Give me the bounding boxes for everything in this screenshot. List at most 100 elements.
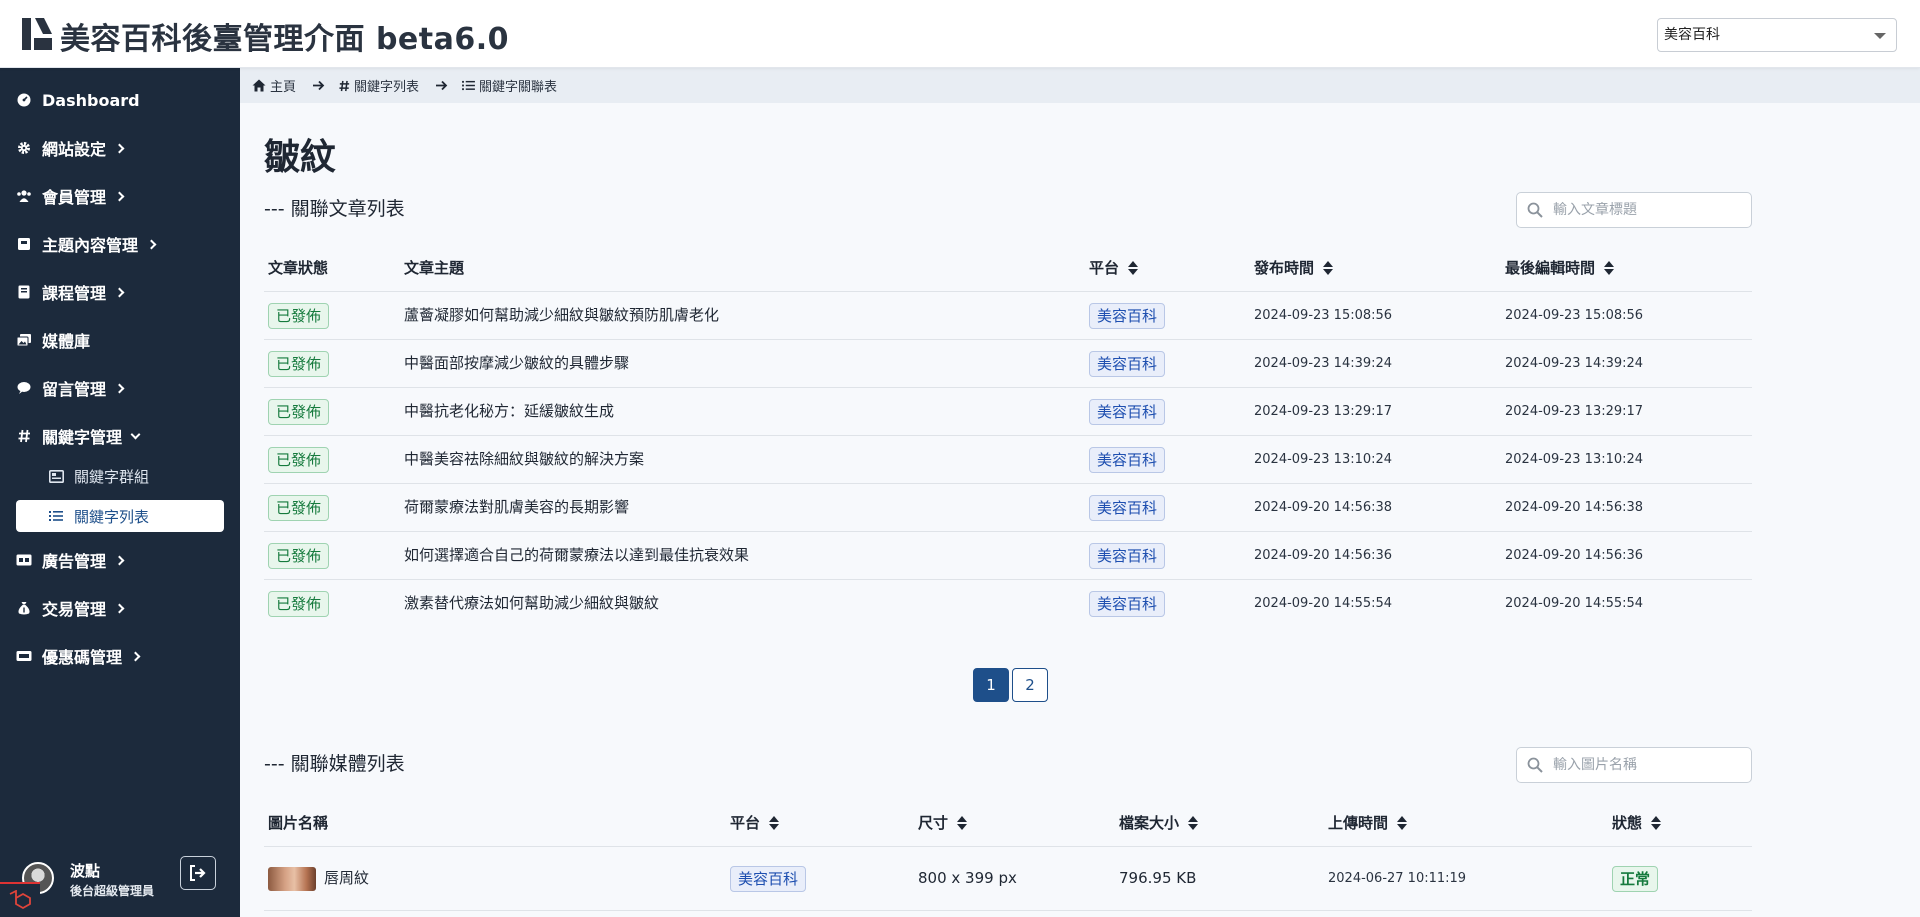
published-time: 2024-09-23 13:29:17 [1254, 404, 1393, 419]
edited-time: 2024-09-20 14:56:38 [1505, 500, 1644, 515]
platform-badge: 美容百科 [1089, 302, 1166, 329]
list-icon [462, 80, 475, 91]
sort-icon [1604, 261, 1615, 275]
edited-time: 2024-09-23 15:08:56 [1505, 308, 1644, 323]
laravel-debug-icon[interactable] [0, 882, 40, 917]
page-button-1[interactable]: 1 [973, 668, 1009, 702]
gauge-icon [16, 92, 32, 108]
edited-time: 2024-09-20 14:56:36 [1505, 548, 1644, 563]
platform-badge: 美容百科 [1089, 350, 1166, 377]
comment-icon [16, 380, 32, 396]
media-name-cell[interactable]: 唇周紋 [268, 847, 369, 910]
platform-badge: 美容百科 [1089, 446, 1166, 473]
chevron-right-icon [114, 191, 125, 201]
article-subject[interactable]: 中醫抗老化秘方：延緩皺紋生成 [404, 388, 614, 435]
article-subject[interactable]: 荷爾蒙療法對肌膚美容的長期影響 [404, 484, 629, 531]
articles-section-title: --- 關聯文章列表 [264, 198, 405, 220]
edited-time: 2024-09-23 14:39:24 [1505, 356, 1644, 371]
published-time: 2024-09-23 14:39:24 [1254, 356, 1393, 371]
sidebar-item-courses[interactable]: 課程管理 [0, 272, 240, 312]
breadcrumb-home[interactable]: 主頁 [252, 76, 296, 95]
sidebar-item-media[interactable]: 媒體庫 [0, 320, 240, 360]
notebook-icon [16, 284, 32, 300]
sidebar: Dashboard 網站設定 會員管理 主題內容管理 課程管理 媒體庫 留言管理… [0, 68, 240, 917]
sidebar-item-coupons[interactable]: 優惠碼管理 [0, 636, 240, 676]
chevron-right-icon [114, 555, 125, 565]
sidebar-item-content[interactable]: 主題內容管理 [0, 224, 240, 264]
table-row[interactable]: 已發佈 中醫美容祛除細紋與皺紋的解決方案 美容百科 2024-09-23 13:… [264, 436, 1752, 484]
status-badge: 已發佈 [268, 542, 330, 569]
breadcrumb-keyword-list[interactable]: 關鍵字列表 [339, 76, 419, 95]
sort-icon [769, 816, 780, 830]
breadcrumb: 主頁 關鍵字列表 關鍵字關聯表 [240, 68, 1920, 103]
sort-icon [1651, 816, 1662, 830]
pagination: 1 2 [973, 668, 1051, 702]
article-search-input[interactable] [1553, 202, 1733, 218]
chevron-right-icon [114, 383, 125, 393]
chevron-right-icon [146, 239, 157, 249]
hashtag-icon [16, 428, 32, 444]
home-icon [252, 79, 266, 92]
user-name: 波點 [70, 862, 101, 880]
users-icon [16, 188, 32, 204]
sort-icon [1128, 261, 1139, 275]
sidebar-item-comments[interactable]: 留言管理 [0, 368, 240, 408]
article-subject[interactable]: 中醫美容祛除細紋與皺紋的解決方案 [404, 436, 644, 483]
table-row[interactable]: 已發佈 中醫面部按摩減少皺紋的具體步驟 美容百科 2024-09-23 14:3… [264, 340, 1752, 388]
published-time: 2024-09-20 14:56:36 [1254, 548, 1393, 563]
sort-icon [957, 816, 968, 830]
col-header-filesize[interactable]: 檔案大小 [1119, 799, 1199, 847]
sidebar-item-members[interactable]: 會員管理 [0, 176, 240, 216]
col-header-platform[interactable]: 平台 [1089, 244, 1139, 292]
table-row[interactable]: 唇周紋 美容百科 800 x 399 px 796.95 KB 2024-06-… [264, 847, 1752, 911]
table-row[interactable]: 已發佈 荷爾蒙療法對肌膚美容的長期影響 美容百科 2024-09-20 14:5… [264, 484, 1752, 532]
col-header-published[interactable]: 發布時間 [1254, 244, 1334, 292]
page-button-2[interactable]: 2 [1012, 668, 1048, 702]
logout-button[interactable] [180, 856, 216, 890]
article-subject[interactable]: 激素替代療法如何幫助減少細紋與皺紋 [404, 580, 659, 627]
app-title: 美容百科後臺管理介面 beta6.0 [60, 22, 509, 57]
media-search-input[interactable] [1553, 757, 1733, 773]
chevron-right-icon [114, 287, 125, 297]
media-table: 圖片名稱 平台 尺寸 檔案大小 上傳時間 狀態 唇周紋 美容百科 800 x 3… [264, 799, 1752, 911]
sidebar-item-ads[interactable]: 廣告管理 [0, 540, 240, 580]
published-time: 2024-09-20 14:56:38 [1254, 500, 1393, 515]
col-header-platform[interactable]: 平台 [730, 799, 780, 847]
status-badge: 已發佈 [268, 302, 330, 329]
status-badge: 已發佈 [268, 350, 330, 377]
sidebar-subitem-keyword-list[interactable]: 關鍵字列表 [16, 500, 224, 532]
table-row[interactable]: 已發佈 蘆薈凝膠如何幫助減少細紋與皺紋預防肌膚老化 美容百科 2024-09-2… [264, 292, 1752, 340]
article-subject[interactable]: 蘆薈凝膠如何幫助減少細紋與皺紋預防肌膚老化 [404, 292, 719, 339]
chevron-down-icon [130, 429, 141, 439]
col-header-size[interactable]: 尺寸 [918, 799, 968, 847]
edited-time: 2024-09-23 13:29:17 [1505, 404, 1644, 419]
col-header-edited[interactable]: 最後編輯時間 [1505, 244, 1615, 292]
image-thumbnail [268, 866, 316, 891]
search-icon [1527, 757, 1543, 773]
table-row[interactable]: 已發佈 如何選擇適合自己的荷爾蒙療法以達到最佳抗衰效果 美容百科 2024-09… [264, 532, 1752, 580]
platform-badge: 美容百科 [1089, 494, 1166, 521]
col-header-uploaded[interactable]: 上傳時間 [1328, 799, 1408, 847]
media-filesize: 796.95 KB [1119, 869, 1197, 887]
sidebar-item-transactions[interactable]: 交易管理 [0, 588, 240, 628]
chevron-right-icon [114, 143, 125, 153]
media-uploaded: 2024-06-27 10:11:19 [1328, 871, 1467, 886]
sidebar-item-dashboard[interactable]: Dashboard [0, 80, 240, 120]
user-role: 後台超級管理員 [70, 884, 155, 898]
gear-icon [16, 140, 32, 156]
article-subject[interactable]: 中醫面部按摩減少皺紋的具體步驟 [404, 340, 629, 387]
col-header-status[interactable]: 狀態 [1612, 799, 1662, 847]
published-time: 2024-09-23 13:10:24 [1254, 452, 1393, 467]
sidebar-item-keywords[interactable]: 關鍵字管理 [0, 416, 240, 456]
sidebar-item-site-settings[interactable]: 網站設定 [0, 128, 240, 168]
site-select[interactable]: 美容百科 [1657, 18, 1897, 52]
table-row[interactable]: 已發佈 激素替代療法如何幫助減少細紋與皺紋 美容百科 2024-09-20 14… [264, 580, 1752, 628]
article-subject[interactable]: 如何選擇適合自己的荷爾蒙療法以達到最佳抗衰效果 [404, 532, 749, 579]
sidebar-subitem-keyword-groups[interactable]: 關鍵字群組 [16, 460, 224, 492]
table-row[interactable]: 已發佈 中醫抗老化秘方：延緩皺紋生成 美容百科 2024-09-23 13:29… [264, 388, 1752, 436]
arrow-right-icon [435, 80, 448, 91]
breadcrumb-relation-list: 關鍵字關聯表 [462, 76, 557, 95]
arrow-right-icon [312, 80, 325, 91]
status-badge: 已發佈 [268, 446, 330, 473]
sort-icon [1188, 816, 1199, 830]
